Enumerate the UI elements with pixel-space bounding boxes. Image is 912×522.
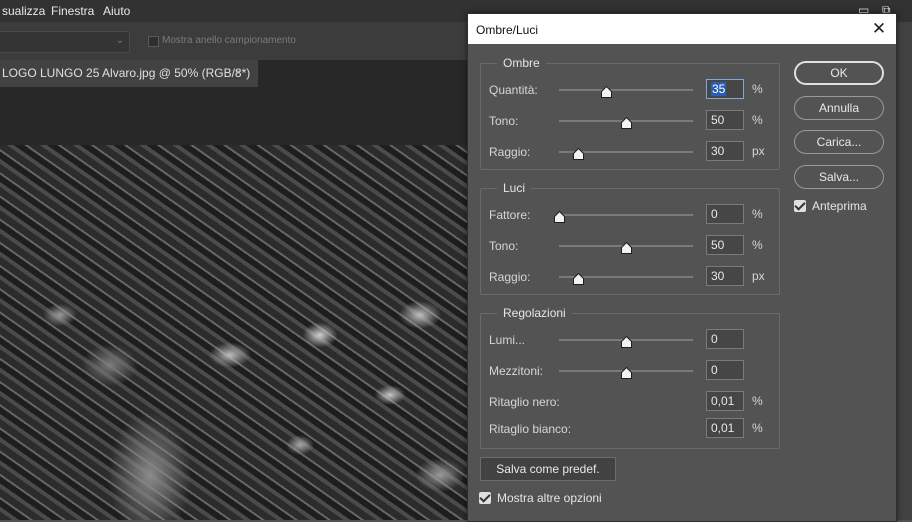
shadows-radius-slider[interactable] bbox=[559, 148, 693, 160]
highlights-radius-input[interactable]: 30 bbox=[706, 266, 744, 286]
sample-ring-checkbox[interactable] bbox=[148, 36, 159, 47]
highlights-radius-slider[interactable] bbox=[559, 273, 693, 285]
shadows-tone-input[interactable]: 50 bbox=[706, 110, 744, 130]
highlights-tone-slider[interactable] bbox=[559, 242, 693, 254]
shadows-amount-input[interactable]: 35 bbox=[706, 79, 744, 99]
slider-thumb-icon[interactable] bbox=[621, 367, 632, 379]
shadows-tone-unit: % bbox=[752, 113, 763, 127]
slider-thumb-icon[interactable] bbox=[572, 273, 584, 285]
document-canvas-image[interactable] bbox=[0, 145, 470, 520]
more-options-checkbox[interactable] bbox=[479, 492, 491, 504]
preview-checkbox[interactable] bbox=[794, 200, 806, 212]
midtones-row: Mezzitoni: 0 bbox=[481, 360, 779, 384]
adjustments-group-label: Regolazioni bbox=[497, 306, 572, 320]
midtones-label: Mezzitoni: bbox=[489, 364, 544, 378]
preview-label: Anteprima bbox=[812, 199, 867, 213]
shadows-group: Ombre Quantità: 35 % Tono: 50 % Raggio: … bbox=[480, 56, 780, 170]
highlights-tone-label: Tono: bbox=[489, 239, 519, 253]
menu-aiuto[interactable]: Aiuto bbox=[103, 4, 130, 18]
shadows-highlights-dialog: Ombre/Luci ✕ Ombre Quantità: 35 % Tono: … bbox=[467, 13, 897, 522]
cancel-button[interactable]: Annulla bbox=[794, 96, 884, 120]
highlights-amount-unit: % bbox=[752, 207, 763, 221]
shadows-tone-label: Tono: bbox=[489, 114, 519, 128]
black-clip-unit: % bbox=[752, 394, 763, 408]
black-clip-input[interactable]: 0,01 bbox=[706, 391, 744, 411]
close-icon[interactable]: × bbox=[235, 65, 242, 79]
highlights-amount-label: Fattore: bbox=[489, 208, 531, 222]
highlights-amount-row: Fattore: 0 % bbox=[481, 204, 779, 228]
right-panel-strip bbox=[895, 22, 912, 520]
highlights-radius-row: Raggio: 30 px bbox=[481, 266, 779, 290]
white-clip-row: Ritaglio bianco: 0,01 % bbox=[481, 418, 779, 442]
highlights-amount-input[interactable]: 0 bbox=[706, 204, 744, 224]
highlights-group: Luci Fattore: 0 % Tono: 50 % Raggio: 30 … bbox=[480, 181, 780, 295]
pasteboard bbox=[0, 87, 470, 145]
shadows-radius-row: Raggio: 30 px bbox=[481, 141, 779, 165]
dialog-titlebar[interactable]: Ombre/Luci ✕ bbox=[468, 14, 896, 44]
save-default-button[interactable]: Salva come predef. bbox=[480, 457, 616, 481]
slider-thumb-icon[interactable] bbox=[621, 242, 632, 254]
save-button[interactable]: Salva... bbox=[794, 165, 884, 189]
dialog-title: Ombre/Luci bbox=[476, 23, 539, 37]
highlights-radius-unit: px bbox=[752, 269, 765, 283]
color-label: Lumi... bbox=[489, 333, 526, 347]
sample-size-select[interactable]: ⌄ bbox=[0, 31, 130, 53]
document-tab-title: LOGO LUNGO 25 Alvaro.jpg @ 50% (RGB/8*) bbox=[2, 66, 251, 80]
white-clip-input[interactable]: 0,01 bbox=[706, 418, 744, 438]
highlights-radius-label: Raggio: bbox=[489, 270, 531, 284]
color-row: Lumi... 0 bbox=[481, 329, 779, 353]
color-slider[interactable] bbox=[559, 336, 693, 348]
load-button[interactable]: Carica... bbox=[794, 130, 884, 154]
highlights-tone-unit: % bbox=[752, 238, 763, 252]
black-clip-row: Ritaglio nero: 0,01 % bbox=[481, 391, 779, 415]
more-options-label: Mostra altre opzioni bbox=[497, 491, 602, 505]
shadows-tone-row: Tono: 50 % bbox=[481, 110, 779, 134]
shadows-radius-unit: px bbox=[752, 144, 765, 158]
slider-thumb-icon[interactable] bbox=[621, 117, 632, 129]
shadows-amount-slider[interactable] bbox=[559, 86, 693, 98]
shadows-radius-label: Raggio: bbox=[489, 145, 531, 159]
highlights-tone-input[interactable]: 50 bbox=[706, 235, 744, 255]
black-clip-label: Ritaglio nero: bbox=[489, 395, 560, 409]
highlights-tone-row: Tono: 50 % bbox=[481, 235, 779, 259]
midtones-slider[interactable] bbox=[559, 367, 693, 379]
shadows-amount-label: Quantità: bbox=[489, 83, 538, 97]
shadows-tone-slider[interactable] bbox=[559, 117, 693, 129]
shadows-amount-row: Quantità: 35 % bbox=[481, 79, 779, 103]
highlights-group-label: Luci bbox=[497, 181, 532, 195]
chevron-down-icon: ⌄ bbox=[115, 35, 124, 46]
menu-visualizza[interactable]: sualizza bbox=[2, 4, 45, 18]
shadows-radius-input[interactable]: 30 bbox=[706, 141, 744, 161]
adjustments-group: Regolazioni Lumi... 0 Mezzitoni: 0 Ritag… bbox=[480, 306, 780, 449]
sample-ring-label: Mostra anello campionamento bbox=[162, 35, 296, 46]
white-clip-unit: % bbox=[752, 421, 763, 435]
shadows-amount-unit: % bbox=[752, 82, 763, 96]
document-tab-bar: LOGO LUNGO 25 Alvaro.jpg @ 50% (RGB/8*) … bbox=[0, 60, 470, 87]
ok-button[interactable]: OK bbox=[794, 61, 884, 85]
midtones-input[interactable]: 0 bbox=[706, 360, 744, 380]
document-tab[interactable]: LOGO LUNGO 25 Alvaro.jpg @ 50% (RGB/8*) … bbox=[0, 60, 259, 87]
white-clip-label: Ritaglio bianco: bbox=[489, 422, 572, 436]
slider-thumb-icon[interactable] bbox=[572, 148, 584, 160]
shadows-group-label: Ombre bbox=[497, 56, 546, 70]
close-icon[interactable]: ✕ bbox=[868, 18, 890, 40]
slider-thumb-icon[interactable] bbox=[600, 86, 612, 98]
menu-finestra[interactable]: Finestra bbox=[51, 4, 94, 18]
slider-thumb-icon[interactable] bbox=[554, 211, 565, 223]
color-input[interactable]: 0 bbox=[706, 329, 744, 349]
slider-thumb-icon[interactable] bbox=[621, 336, 632, 348]
highlights-amount-slider[interactable] bbox=[554, 211, 693, 223]
